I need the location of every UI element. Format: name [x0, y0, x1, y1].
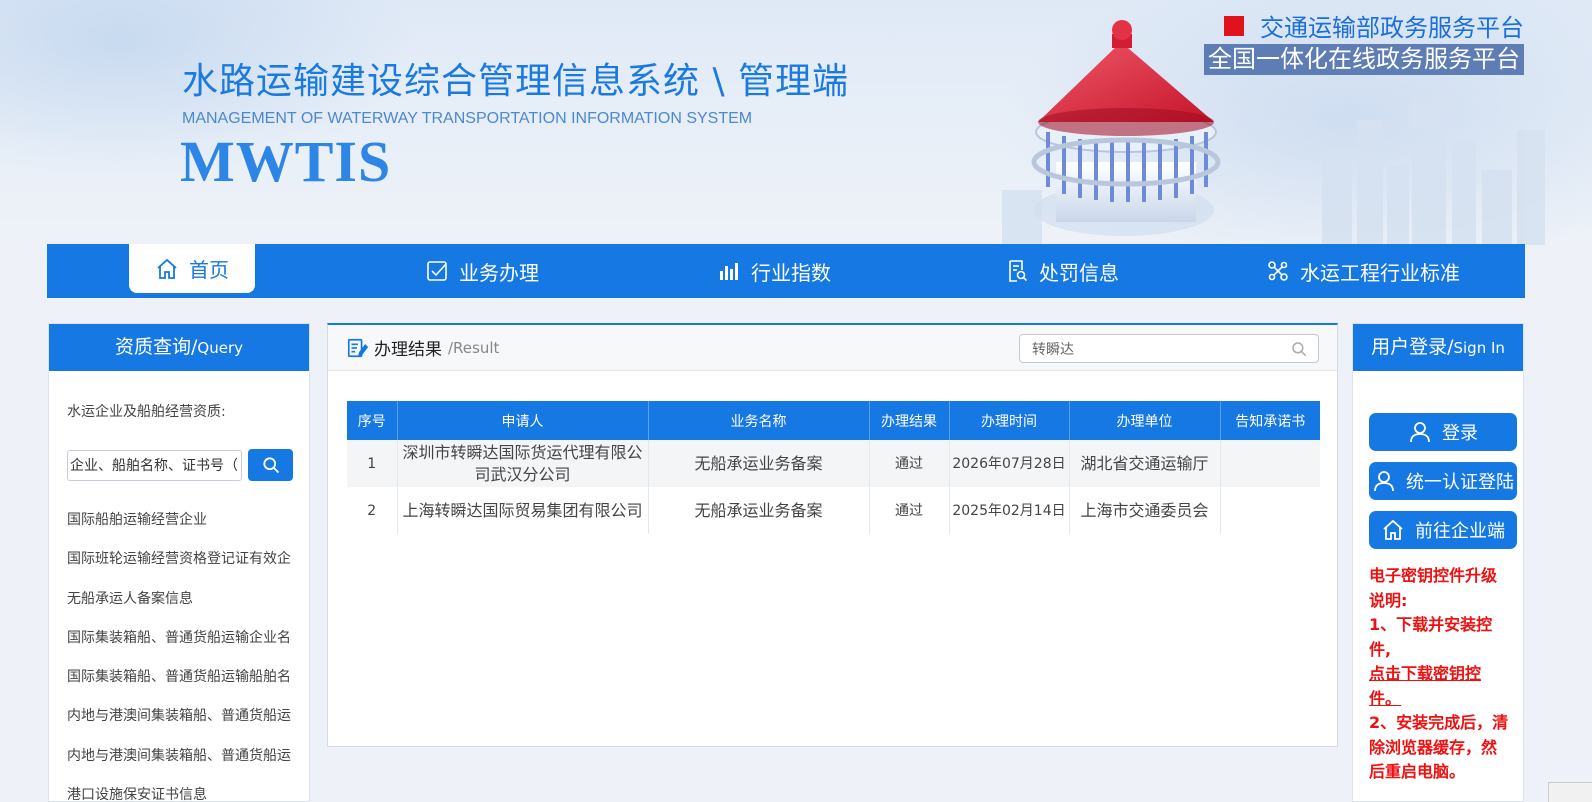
cell-no: 2: [347, 487, 398, 534]
search-icon[interactable]: [1290, 340, 1308, 358]
cell-letter: [1220, 440, 1320, 487]
qualification-lead-text: 水运企业及船舶经营资质:: [67, 404, 226, 420]
column-header-business: 业务名称: [648, 401, 870, 440]
cell-date: 2026年07月28日: [949, 440, 1070, 487]
qualification-link[interactable]: 内地与港澳间集装箱船、普通货船运输船舶: [67, 737, 291, 776]
qualification-search-row: [67, 449, 309, 481]
document-search-icon: [1009, 260, 1028, 282]
user-icon: [1410, 422, 1430, 443]
result-table-header-row: 序号 申请人 业务名称 办理结果 办理时间 办理单位 告知承诺书: [347, 401, 1320, 440]
result-search-input[interactable]: [1032, 340, 1272, 357]
key-control-notice: 电子密钥控件升级说明: 1、下载并安装控件, 点击下载密钥控件。 2、安装完成后…: [1369, 564, 1509, 785]
column-header-applicant: 申请人: [397, 401, 649, 440]
check-form-icon: [427, 261, 447, 281]
main-navigation: 首页 业务办理 行业指数 处罚信息 水运工程行业标准: [47, 244, 1525, 298]
system-abbreviation-logo: MWTIS: [180, 129, 392, 194]
nav-item-label: 处罚信息: [1039, 260, 1119, 285]
cell-no: 1: [347, 440, 398, 487]
search-icon: [262, 457, 279, 474]
cell-status: 通过: [869, 440, 950, 487]
login-button[interactable]: 登录: [1369, 413, 1517, 451]
qualification-link[interactable]: 港口设施保安证书信息: [67, 776, 291, 801]
login-panel-header: 用户登录/Sign In: [1353, 324, 1523, 371]
qualification-link[interactable]: 国际船舶运输经营企业: [67, 501, 291, 540]
column-header-no: 序号: [347, 401, 398, 440]
result-panel: 办理结果 /Result 序号 申请人 业务名称 办理结果 办理时间 办理单位 …: [327, 323, 1338, 747]
table-row[interactable]: 1 深圳市转瞬达国际货运代理有限公司武汉分公司 无船承运业务备案 通过 2026…: [347, 440, 1320, 487]
result-title: 办理结果: [374, 340, 442, 360]
nav-item-penalty-info[interactable]: 处罚信息: [1005, 244, 1119, 298]
ministry-platform-label: 交通运输部政务服务平台: [1260, 14, 1524, 42]
cell-unit: 湖北省交通运输厅: [1069, 440, 1221, 487]
system-title-english: MANAGEMENT OF WATERWAY TRANSPORTATION IN…: [182, 110, 753, 127]
notice-step-2: 2、安装完成后，清除浏览器缓存，然后重启电脑。: [1369, 713, 1509, 781]
cell-unit: 上海市交通委员会: [1069, 487, 1221, 534]
cell-business: 无船承运业务备案: [648, 487, 870, 534]
column-header-date: 办理时间: [949, 401, 1070, 440]
login-button-label: 登录: [1442, 423, 1478, 444]
cell-date: 2025年02月14日: [949, 487, 1070, 534]
panel-title: 用户登录/: [1371, 336, 1454, 358]
bar-chart-icon: [720, 263, 738, 280]
panel-title: 资质查询/: [115, 336, 198, 358]
column-header-status: 办理结果: [869, 401, 950, 440]
nav-item-industry-index[interactable]: 行业指数: [717, 244, 831, 298]
unified-auth-login-label: 统一认证登陆: [1406, 472, 1514, 493]
qualification-link[interactable]: 国际集装箱船、普通货船运输船舶名单: [67, 658, 291, 697]
download-key-control-link[interactable]: 点击下载密钥控件。: [1369, 662, 1509, 711]
notice-step-1: 1、下载并安装控件,: [1369, 615, 1493, 659]
table-row[interactable]: 2 上海转瞬达国际贸易集团有限公司 无船承运业务备案 通过 2025年02月14…: [347, 487, 1320, 534]
panel-title-english: Sign In: [1453, 339, 1505, 357]
column-header-letter: 告知承诺书: [1220, 401, 1320, 440]
qualification-link[interactable]: 国际班轮运输经营资格登记证有效企业: [67, 540, 291, 579]
result-search-box: [1019, 334, 1319, 363]
nav-item-label: 水运工程行业标准: [1300, 260, 1460, 285]
cell-applicant: 深圳市转瞬达国际货运代理有限公司武汉分公司: [397, 440, 649, 487]
nav-item-home[interactable]: 首页: [129, 244, 255, 293]
qualification-link[interactable]: 无船承运人备案信息: [67, 580, 291, 619]
home-icon: [1383, 519, 1403, 540]
go-enterprise-label: 前往企业端: [1415, 521, 1505, 542]
qualification-link[interactable]: 内地与港澳间集装箱船、普通货船运输企业: [67, 697, 291, 736]
nav-item-label: 首页: [189, 258, 229, 282]
qualification-link[interactable]: 国际集装箱船、普通货船运输企业名单: [67, 619, 291, 658]
user-login-panel: 用户登录/Sign In 登录 统一认证登陆 前往企业端 电子密钥控件升级说明:…: [1352, 323, 1524, 802]
unified-auth-login-button[interactable]: 统一认证登陆: [1369, 462, 1517, 500]
home-icon: [157, 258, 177, 279]
cell-status: 通过: [869, 487, 950, 534]
qualification-query-panel: 资质查询/Query 水运企业及船舶经营资质: 国际船舶运输经营企业 国际班轮运…: [48, 323, 310, 802]
cell-business: 无船承运业务备案: [648, 440, 870, 487]
national-platform-banner[interactable]: 全国一体化在线政务服务平台: [1204, 44, 1524, 75]
result-subtitle: /Result: [448, 338, 500, 357]
lighthouse-illustration: [1031, 20, 1221, 236]
qualification-search-button[interactable]: [248, 449, 293, 481]
system-title: 水路运输建设综合管理信息系统 \ 管理端: [182, 61, 850, 102]
go-enterprise-button[interactable]: 前往企业端: [1369, 511, 1517, 549]
red-square-icon: [1224, 15, 1244, 36]
edit-document-icon: [347, 338, 368, 357]
column-header-unit: 办理单位: [1069, 401, 1221, 440]
header-banner: 水路运输建设综合管理信息系统 \ 管理端 MANAGEMENT OF WATER…: [0, 0, 1592, 245]
nav-item-label: 行业指数: [751, 260, 831, 285]
ministry-platform-banner[interactable]: 交通运输部政务服务平台: [1224, 8, 1524, 43]
user-icon: [1374, 471, 1394, 492]
nav-item-standards[interactable]: 水运工程行业标准: [1266, 244, 1460, 298]
panel-title-english: Query: [197, 339, 243, 357]
qualification-link-list: 国际船舶运输经营企业 国际班轮运输经营资格登记证有效企业 无船承运人备案信息 国…: [67, 501, 309, 801]
floating-corner-widget[interactable]: [1548, 782, 1592, 802]
nav-item-business[interactable]: 业务办理: [425, 244, 539, 298]
qualification-search-input[interactable]: [67, 449, 242, 481]
tools-icon: [1268, 261, 1288, 281]
result-table: 序号 申请人 业务名称 办理结果 办理时间 办理单位 告知承诺书 1 深圳市转瞬…: [347, 401, 1320, 534]
cell-applicant: 上海转瞬达国际贸易集团有限公司: [397, 487, 649, 534]
nav-item-label: 业务办理: [459, 260, 539, 285]
qualification-panel-header: 资质查询/Query: [49, 324, 309, 371]
result-panel-header: 办理结果 /Result: [328, 325, 1337, 371]
notice-title: 电子密钥控件升级说明:: [1369, 566, 1498, 610]
cell-letter: [1220, 487, 1320, 534]
